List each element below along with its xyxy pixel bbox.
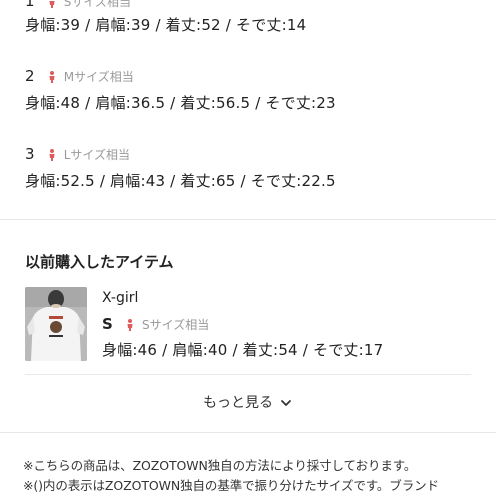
note-line-2: ※()内の表示はZOZOTOWN独自の基準で振り分けたサイズです。ブランド <box>23 478 439 493</box>
section-divider <box>0 432 496 433</box>
chevron-down-icon <box>281 399 291 406</box>
item-size-row: S Sサイズ相当 <box>102 314 209 333</box>
section-title: 以前購入したアイテム <box>25 253 174 271</box>
person-icon <box>127 318 133 331</box>
person-icon <box>49 70 55 83</box>
size-hint: Mサイズ相当 <box>63 70 134 84</box>
size-row-1: 1 Sサイズ相当 <box>25 0 131 10</box>
item-thumbnail[interactable] <box>25 287 87 361</box>
size-label: 3 <box>25 145 35 163</box>
size-measurements-1: 身幅:39 / 肩幅:39 / 着丈:52 / そで丈:14 <box>25 16 307 34</box>
size-label: 1 <box>25 0 35 10</box>
item-divider <box>25 374 471 375</box>
size-hint: Lサイズ相当 <box>63 148 131 162</box>
size-measurements-3: 身幅:52.5 / 肩幅:43 / 着丈:65 / そで丈:22.5 <box>25 172 336 190</box>
tshirt-back-image <box>25 287 87 361</box>
size-hint: Sサイズ相当 <box>63 0 131 9</box>
size-row-3: 3 Lサイズ相当 <box>25 144 130 163</box>
more-button[interactable]: もっと見る <box>203 392 292 412</box>
person-icon <box>49 148 55 161</box>
item-size-hint: Sサイズ相当 <box>142 318 210 332</box>
person-icon <box>49 0 55 8</box>
size-measurements-2: 身幅:48 / 肩幅:36.5 / 着丈:56.5 / そで丈:23 <box>25 94 336 112</box>
size-label: 2 <box>25 67 35 85</box>
more-label: もっと見る <box>203 395 273 411</box>
item-brand[interactable]: X-girl <box>102 290 138 306</box>
item-measurements: 身幅:46 / 肩幅:40 / 着丈:54 / そで丈:17 <box>102 341 384 359</box>
size-row-2: 2 Mサイズ相当 <box>25 66 134 85</box>
item-size-label: S <box>102 315 113 333</box>
section-divider <box>0 219 496 220</box>
note-line-1: ※こちらの商品は、ZOZOTOWN独自の方法により採寸しております。 <box>23 458 417 473</box>
